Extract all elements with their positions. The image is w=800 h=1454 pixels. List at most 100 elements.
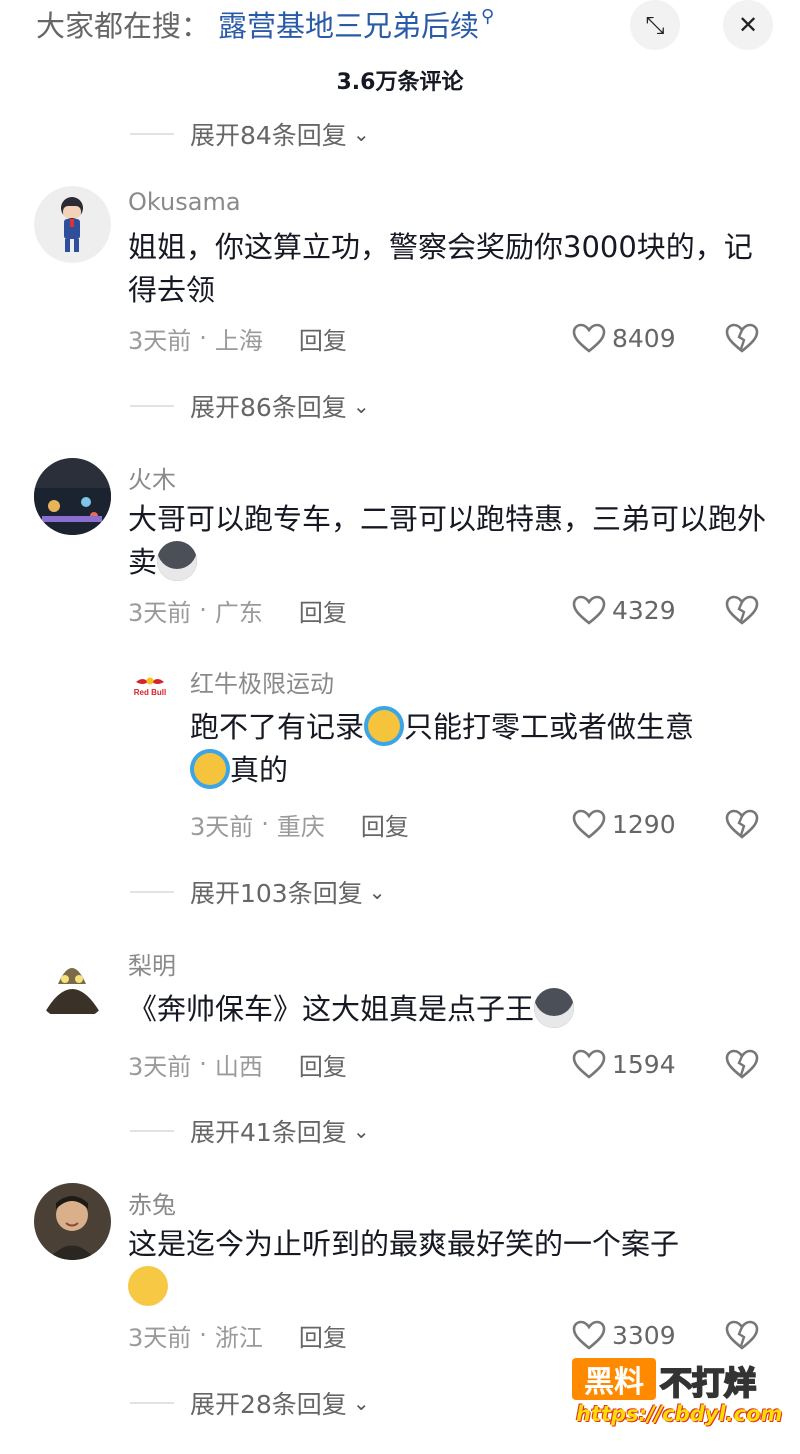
like-count: 1594 (612, 1049, 676, 1079)
dislike-button[interactable] (725, 806, 759, 842)
avatar[interactable] (34, 944, 111, 1021)
comment-location: 广东 (214, 598, 263, 627)
comment-count: 3.6万条评论 (336, 70, 464, 95)
reply-author[interactable]: 红牛极限运动 (190, 664, 334, 699)
comment-author[interactable]: 火木 (128, 460, 176, 495)
comment-text-content: 这是迄今为止听到的最爽最好笑的一个案子 (128, 1227, 680, 1261)
heart-icon (572, 1049, 606, 1079)
trending-search-term[interactable]: 露营基地三兄弟后续 (218, 3, 479, 45)
meta-separator: · (261, 810, 269, 838)
expand-replies-label: 展开28条回复 (190, 1390, 347, 1419)
comment-text-content: 《奔帅保车》这大姐真是点子王 (128, 992, 535, 1026)
like-button[interactable]: 1290 (572, 806, 676, 842)
trending-search[interactable]: 大家都在搜： 露营基地三兄弟后续 ⚲ (36, 2, 494, 46)
dislike-button[interactable] (725, 1046, 759, 1082)
broken-heart-icon (725, 1320, 759, 1350)
comment-meta: 3天前 · 上海 回复 (128, 320, 347, 356)
wolf-emoji-icon (534, 988, 575, 1028)
comment-location: 重庆 (276, 812, 325, 841)
comment-time: 3天前 (128, 1052, 192, 1081)
expand-replies-label: 展开41条回复 (190, 1118, 347, 1147)
expand-replies[interactable]: 展开103条回复 ⌄ (130, 872, 385, 912)
reply-text: 跑不了有记录 只能打零工或者做生意 真的 (190, 706, 770, 792)
comment-author[interactable]: Okusama (128, 188, 241, 216)
like-count: 8409 (612, 323, 676, 353)
comment-time: 3天前 (128, 598, 192, 627)
watermark-url: https://cbdyl.com (576, 1402, 783, 1426)
like-button[interactable]: 1594 (572, 1046, 676, 1082)
reply-button[interactable]: 回复 (299, 321, 347, 356)
meta-separator: · (199, 1321, 207, 1349)
trending-search-prefix: 大家都在搜： (36, 9, 211, 43)
comment-location: 山西 (214, 1052, 263, 1081)
like-count: 1290 (612, 809, 676, 839)
expand-replies[interactable]: 展开41条回复 ⌄ (130, 1111, 370, 1151)
dislike-button[interactable] (725, 320, 759, 356)
crying-laughing-emoji-icon (364, 706, 405, 746)
expand-replies-label: 展开84条回复 (190, 121, 347, 150)
comment-meta: 3天前 · 山西 回复 (128, 1046, 347, 1082)
like-button[interactable]: 3309 (572, 1317, 676, 1353)
reply-text-part: 跑不了有记录 (190, 710, 365, 744)
redbull-logo-text: Red Bull (134, 688, 166, 697)
chevron-down-icon: ⌄ (352, 1119, 370, 1143)
like-count: 3309 (612, 1320, 676, 1350)
comment-text: 《奔帅保车》这大姐真是点子王 (128, 988, 768, 1031)
heart-icon (572, 595, 606, 625)
heart-icon (572, 809, 606, 839)
heart-icon (572, 1320, 606, 1350)
comment-author[interactable]: 赤兔 (128, 1185, 176, 1220)
dislike-button[interactable] (725, 592, 759, 628)
comment-author[interactable]: 梨明 (128, 946, 176, 981)
meta-separator: · (199, 596, 207, 624)
close-icon: ✕ (737, 11, 759, 39)
expand-replies[interactable]: 展开84条回复 ⌄ (130, 114, 370, 154)
avatar[interactable] (34, 458, 111, 535)
broken-heart-icon (725, 1049, 759, 1079)
chevron-down-icon: ⌄ (352, 1391, 370, 1415)
expand-replies-label: 展开86条回复 (190, 393, 347, 422)
expand-replies-label: 展开103条回复 (190, 879, 363, 908)
chevron-down-icon: ⌄ (352, 122, 370, 146)
comment-text: 大哥可以跑专车，二哥可以跑特惠，三弟可以跑外卖 (128, 498, 768, 584)
avatar[interactable]: Red Bull (130, 666, 170, 706)
expand-replies[interactable]: 展开28条回复 ⌄ (130, 1383, 370, 1423)
avatar[interactable] (34, 1183, 111, 1260)
divider (130, 1130, 174, 1132)
wolf-emoji-icon (157, 541, 198, 581)
avatar[interactable] (34, 186, 111, 263)
comment-meta: 3天前 · 浙江 回复 (128, 1317, 347, 1353)
comment-text: 这是迄今为止听到的最爽最好笑的一个案子 (128, 1223, 768, 1309)
shrink-button[interactable]: ⤡ (630, 0, 680, 50)
watermark: 黑料 不打烊 https://cbdyl.com (572, 1358, 782, 1438)
comment-text: 姐姐，你这算立功，警察会奖励你3000块的，记得去领 (128, 230, 753, 307)
reply-button[interactable]: 回复 (299, 1318, 347, 1353)
reply-button[interactable]: 回复 (299, 593, 347, 628)
close-button[interactable]: ✕ (723, 0, 773, 50)
like-count: 4329 (612, 595, 676, 625)
like-button[interactable]: 8409 (572, 320, 676, 356)
comment-text-content: 大哥可以跑专车，二哥可以跑特惠，三弟可以跑外卖 (128, 502, 767, 579)
chevron-down-icon: ⌄ (368, 880, 386, 904)
meta-separator: · (199, 324, 207, 352)
comment-time: 3天前 (190, 812, 254, 841)
comment-location: 上海 (214, 326, 263, 355)
comment-time: 3天前 (128, 1323, 192, 1352)
reply-meta: 3天前 · 重庆 回复 (190, 806, 409, 842)
expand-replies[interactable]: 展开86条回复 ⌄ (130, 386, 370, 426)
divider (130, 1402, 174, 1404)
shrink-icon: ⤡ (645, 11, 665, 39)
comments-header: 大家都在搜： 露营基地三兄弟后续 ⚲ ⤡ ✕ 3.6万条评论 (0, 0, 800, 118)
broken-heart-icon (725, 809, 759, 839)
reply-button[interactable]: 回复 (299, 1047, 347, 1082)
broken-heart-icon (725, 323, 759, 353)
like-button[interactable]: 4329 (572, 592, 676, 628)
divider (130, 891, 174, 893)
dislike-button[interactable] (725, 1317, 759, 1353)
search-icon: ⚲ (481, 5, 495, 27)
reply-button[interactable]: 回复 (361, 807, 409, 842)
divider (130, 405, 174, 407)
meta-separator: · (199, 1050, 207, 1078)
divider (130, 133, 174, 135)
broken-heart-icon (725, 595, 759, 625)
